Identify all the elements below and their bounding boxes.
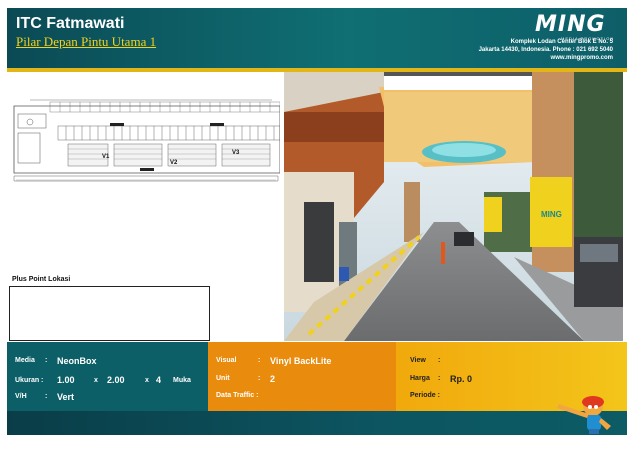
harga-value: Rp. 0 xyxy=(450,374,473,384)
floor-plan-map: V1 V2 V3 xyxy=(10,78,281,276)
harga-colon: : xyxy=(438,375,441,382)
info-panel-media: Media : NeonBox Ukuran : 1.00 x 2.00 x 4… xyxy=(7,342,208,411)
ukuran-faces: 4 xyxy=(156,375,162,385)
unit-value: 2 xyxy=(270,374,276,384)
visual-colon: : xyxy=(258,357,261,364)
map-label-v1: V1 xyxy=(102,154,110,160)
vh-label: V/H xyxy=(15,393,27,400)
company-address: Komplek Lodan Center Blok E No. 5 Jakart… xyxy=(479,38,613,62)
media-label: Media xyxy=(15,357,35,364)
map-label-v2: V2 xyxy=(170,160,178,166)
view-label: View xyxy=(410,357,426,364)
ukuran-height: 2.00 xyxy=(107,375,125,385)
page-title: ITC Fatmawati xyxy=(16,15,125,32)
footer-bar xyxy=(7,411,627,435)
logo-text: MING xyxy=(535,12,606,37)
visual-value: Vinyl BackLite xyxy=(270,356,332,366)
mascot-image xyxy=(557,396,611,434)
location-photo-drawing: MING xyxy=(284,72,623,341)
unit-colon: : xyxy=(258,375,261,382)
traffic-label: Data Traffic : xyxy=(216,392,259,399)
media-value: NeonBox xyxy=(57,356,97,366)
ming-logo: MING MEDIA PROMOTION xyxy=(535,12,619,42)
pillar-sign-text: MING xyxy=(541,210,562,219)
media-colon: : xyxy=(45,357,48,364)
periode-label: Periode : xyxy=(410,392,440,399)
plus-point-label: Plus Point Lokasi xyxy=(12,276,71,283)
ukuran-muka: Muka xyxy=(173,377,191,384)
visual-label: Visual xyxy=(216,357,237,364)
info-panel-visual: Visual : Vinyl BackLite Unit : 2 Data Tr… xyxy=(208,342,396,411)
vh-value: Vert xyxy=(57,392,75,402)
view-colon: : xyxy=(438,357,441,364)
location-subtitle: Pilar Depan Pintu Utama 1 xyxy=(16,34,157,49)
ukuran-x-1: x xyxy=(94,377,98,384)
address-line-1: Komplek Lodan Center Blok E No. 5 xyxy=(510,39,613,45)
unit-label: Unit xyxy=(216,375,230,382)
vh-colon: : xyxy=(45,393,48,400)
map-label-v3: V3 xyxy=(232,150,240,156)
location-photo: MING xyxy=(284,72,623,341)
location-sheet: ITC Fatmawati Pilar Depan Pintu Utama 1 … xyxy=(7,8,627,435)
address-line-2: Jakarta 14430, Indonesia. Phone : 021 69… xyxy=(478,47,613,53)
website-text: www.mingpromo.com xyxy=(550,55,613,61)
ukuran-width: 1.00 xyxy=(57,375,75,385)
harga-label: Harga xyxy=(410,375,430,382)
floor-plan-drawing: V1 V2 V3 xyxy=(10,78,281,276)
header-bar: ITC Fatmawati Pilar Depan Pintu Utama 1 … xyxy=(7,8,627,68)
ukuran-x-2: x xyxy=(145,377,149,384)
ukuran-label: Ukuran : xyxy=(15,377,44,384)
plus-point-box xyxy=(9,286,210,341)
